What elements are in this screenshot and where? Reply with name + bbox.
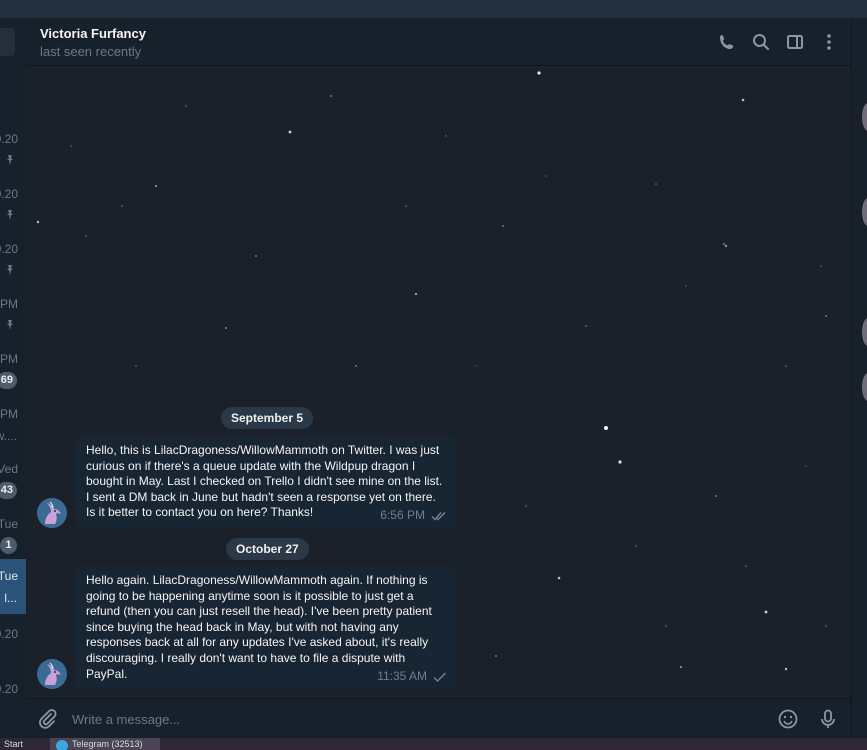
member-avatar[interactable] bbox=[862, 103, 867, 131]
chat-list-time: 0.20 bbox=[0, 682, 18, 696]
chat-list-time: 0.20 bbox=[0, 187, 18, 201]
message-meta: 6:56 PM bbox=[380, 508, 447, 524]
search-icon[interactable] bbox=[751, 32, 771, 52]
pin-icon bbox=[7, 320, 13, 330]
microphone-icon[interactable] bbox=[817, 708, 839, 730]
message-bubble[interactable]: Hello, this is LilacDragoness/WillowMamm… bbox=[75, 436, 456, 528]
chat-list-item[interactable]: 0.20 bbox=[0, 122, 26, 177]
unread-badge: 69 bbox=[0, 372, 17, 389]
chat-list-item[interactable]: Ved 43 bbox=[0, 452, 26, 507]
chat-list-item[interactable]: PM w.... bbox=[0, 397, 26, 452]
taskbar-item-label: Telegram (32513) bbox=[72, 739, 143, 749]
telegram-icon bbox=[56, 740, 68, 750]
member-avatar[interactable] bbox=[862, 318, 867, 346]
double-check-icon bbox=[431, 512, 446, 521]
window-top-strip bbox=[0, 0, 867, 18]
message-area[interactable]: September 5 Hello, this is LilacDragones… bbox=[26, 66, 851, 698]
message-composer bbox=[26, 698, 851, 738]
avatar[interactable] bbox=[37, 659, 67, 689]
phone-icon[interactable] bbox=[717, 32, 737, 52]
pin-icon bbox=[7, 155, 13, 165]
chat-list[interactable]: 0.20 0.20 0.20 PM PM 69 PM w.... Ved 43 … bbox=[0, 18, 26, 738]
chat-list-item-active[interactable]: Tue l... bbox=[0, 559, 26, 614]
date-separator: September 5 bbox=[221, 407, 314, 429]
message-time: 6:56 PM bbox=[380, 508, 425, 523]
member-avatar[interactable] bbox=[862, 198, 867, 226]
chat-list-item[interactable]: 0.20 bbox=[0, 617, 26, 672]
message-text: Hello again. LilacDragoness/WillowMammot… bbox=[86, 573, 432, 681]
unread-badge: 1 bbox=[0, 537, 17, 554]
telegram-window: 0.20 0.20 0.20 PM PM 69 PM w.... Ved 43 … bbox=[0, 0, 867, 750]
chat-list-time: Ved bbox=[0, 462, 18, 476]
chat-list-item[interactable]: PM 69 bbox=[0, 342, 26, 397]
chat-list-item[interactable]: PM bbox=[0, 287, 26, 342]
pin-icon bbox=[7, 265, 13, 275]
chat-list-snippet: l... bbox=[4, 591, 17, 605]
chat-list-item[interactable]: 0.20 bbox=[0, 177, 26, 232]
chat-list-time: Tue bbox=[0, 569, 18, 583]
chat-list-snippet: w.... bbox=[0, 429, 17, 443]
chat-list-item[interactable]: 0.20 bbox=[0, 232, 26, 287]
chat-search-box[interactable] bbox=[0, 28, 15, 56]
chat-list-time: 0.20 bbox=[0, 627, 18, 641]
date-separator: October 27 bbox=[226, 538, 309, 560]
chat-list-time: PM bbox=[0, 407, 18, 421]
chat-list-time: PM bbox=[0, 297, 18, 311]
start-button[interactable]: Start bbox=[4, 739, 23, 749]
attach-icon[interactable] bbox=[36, 708, 58, 730]
peer-name[interactable]: Victoria Furfancy bbox=[40, 26, 146, 41]
chat-header: Victoria Furfancy last seen recently bbox=[26, 18, 851, 66]
chat-list-time: 0.20 bbox=[0, 242, 18, 256]
more-vertical-icon[interactable] bbox=[819, 32, 839, 52]
pin-icon bbox=[7, 210, 13, 220]
message-bubble[interactable]: Hello again. LilacDragoness/WillowMammot… bbox=[75, 566, 456, 689]
message-time: 11:35 AM bbox=[377, 669, 427, 684]
unread-badge: 43 bbox=[0, 482, 17, 499]
chat-list-time: Tue bbox=[0, 517, 18, 531]
dragon-avatar-icon bbox=[37, 659, 67, 689]
emoji-icon[interactable] bbox=[777, 708, 799, 730]
single-check-icon bbox=[433, 672, 447, 683]
chat-list-time: 0.20 bbox=[0, 132, 18, 146]
right-panel-edge bbox=[851, 18, 867, 738]
os-taskbar: Start Telegram (32513) bbox=[0, 738, 867, 750]
message-input[interactable] bbox=[72, 708, 752, 730]
peer-status: last seen recently bbox=[40, 44, 142, 59]
dragon-avatar-icon bbox=[37, 498, 67, 528]
message-meta: 11:35 AM bbox=[377, 669, 447, 685]
sidebar-toggle-icon[interactable] bbox=[785, 32, 805, 52]
taskbar-telegram-item[interactable]: Telegram (32513) bbox=[50, 738, 160, 750]
chat-list-time: PM bbox=[0, 352, 18, 366]
chat-list-item[interactable]: Tue 1 bbox=[0, 507, 26, 562]
avatar[interactable] bbox=[37, 498, 67, 528]
chat-list-item[interactable]: 0.20 bbox=[0, 672, 26, 727]
member-avatar[interactable] bbox=[862, 373, 867, 401]
